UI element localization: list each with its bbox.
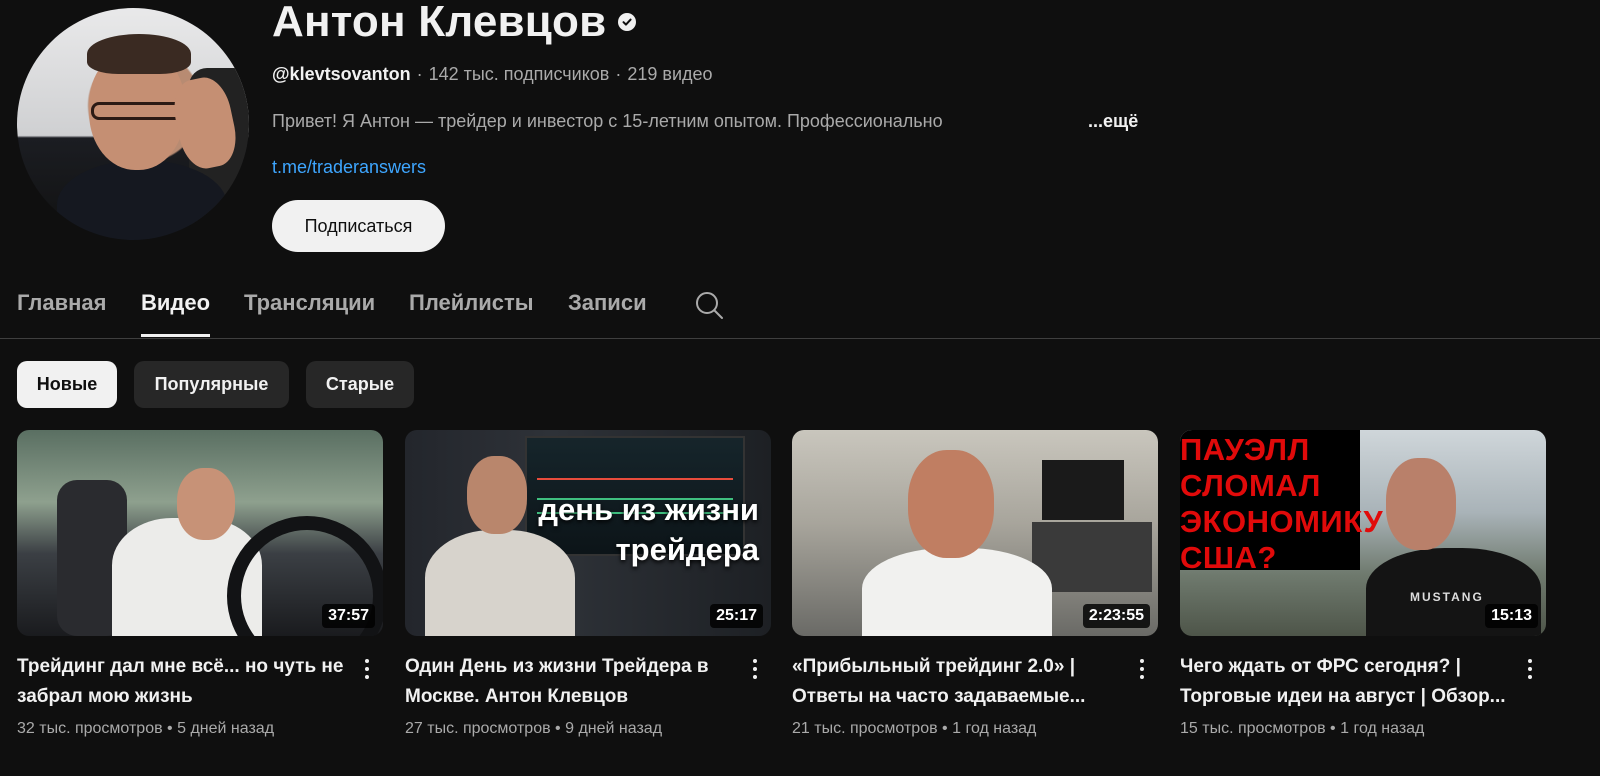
video-stats: 15 тыс. просмотров • 1 год назад: [1180, 720, 1425, 737]
video-stats: 27 тыс. просмотров • 9 дней назад: [405, 720, 663, 737]
video-card[interactable]: 2:23:55 «Прибыльный трейдинг 2.0» | Отве…: [792, 430, 1158, 737]
tab-live[interactable]: Трансляции: [244, 290, 375, 316]
video-views: 15 тыс. просмотров: [1180, 720, 1326, 737]
video-thumbnail[interactable]: день из жизни трейдера 25:17: [405, 430, 771, 636]
video-stats: 32 тыс. просмотров • 5 дней назад: [17, 720, 275, 737]
tab-home[interactable]: Главная: [17, 290, 106, 316]
thumbnail-caption: день из жизни трейдера: [538, 492, 759, 567]
video-card[interactable]: ПАУЭЛЛ СЛОМАЛ ЭКОНОМИКУ США? MUSTANG 15:…: [1180, 430, 1546, 737]
more-options-icon[interactable]: [1520, 656, 1540, 682]
tab-posts[interactable]: Записи: [568, 290, 647, 316]
video-title[interactable]: Чего ждать от ФРС сегодня? | Торговые ид…: [1180, 652, 1510, 712]
search-icon[interactable]: [694, 290, 724, 320]
description-more-button[interactable]: ...ещё: [1088, 111, 1138, 132]
channel-page: Антон Клевцов @klevtsovanton · 142 тыс. …: [0, 0, 1600, 776]
video-views: 27 тыс. просмотров: [405, 720, 551, 737]
channel-title: Антон Клевцов: [272, 0, 637, 46]
chip-newest[interactable]: Новые: [17, 361, 117, 408]
thumbnail-caption: ПАУЭЛЛ СЛОМАЛ ЭКОНОМИКУ США?: [1180, 432, 1384, 575]
chip-oldest[interactable]: Старые: [306, 361, 414, 408]
video-card[interactable]: день из жизни трейдера 25:17 Один День и…: [405, 430, 771, 737]
video-thumbnail[interactable]: 2:23:55: [792, 430, 1158, 636]
video-thumbnail[interactable]: 37:57: [17, 430, 383, 636]
meta-separator: ·: [416, 64, 423, 84]
channel-link[interactable]: t.me/traderanswers: [272, 157, 426, 178]
channel-tabs: Главная Видео Трансляции Плейлисты Запис…: [0, 268, 1600, 339]
video-duration: 15:13: [1485, 604, 1538, 628]
more-options-icon[interactable]: [357, 656, 377, 682]
video-count: 219 видео: [627, 64, 713, 84]
video-age: 1 год назад: [952, 720, 1037, 737]
meta-separator: ·: [615, 64, 622, 84]
channel-name: Антон Клевцов: [272, 0, 607, 46]
verified-check-icon: [618, 13, 637, 31]
channel-description[interactable]: Привет! Я Антон — трейдер и инвестор с 1…: [272, 111, 1138, 132]
video-age: 1 год назад: [1340, 720, 1425, 737]
shirt-logo: MUSTANG: [1410, 590, 1484, 604]
tab-playlists[interactable]: Плейлисты: [409, 290, 534, 316]
description-text: Привет! Я Антон — трейдер и инвестор с 1…: [272, 111, 943, 131]
video-views: 32 тыс. просмотров: [17, 720, 163, 737]
more-options-icon[interactable]: [1132, 656, 1152, 682]
video-duration: 2:23:55: [1082, 604, 1150, 628]
channel-meta: @klevtsovanton · 142 тыс. подписчиков · …: [272, 64, 713, 85]
video-age: 5 дней назад: [177, 720, 275, 737]
more-options-icon[interactable]: [745, 656, 765, 682]
video-stats: 21 тыс. просмотров • 1 год назад: [792, 720, 1037, 737]
channel-avatar[interactable]: [17, 8, 249, 240]
video-duration: 37:57: [322, 604, 375, 628]
video-title[interactable]: «Прибыльный трейдинг 2.0» | Ответы на ча…: [792, 652, 1122, 712]
channel-handle: @klevtsovanton: [272, 64, 411, 84]
video-views: 21 тыс. просмотров: [792, 720, 938, 737]
video-title[interactable]: Трейдинг дал мне всё... но чуть не забра…: [17, 652, 347, 712]
chip-popular[interactable]: Популярные: [134, 361, 289, 408]
video-age: 9 дней назад: [565, 720, 663, 737]
video-thumbnail[interactable]: ПАУЭЛЛ СЛОМАЛ ЭКОНОМИКУ США? MUSTANG 15:…: [1180, 430, 1546, 636]
video-card[interactable]: 37:57 Трейдинг дал мне всё... но чуть не…: [17, 430, 383, 737]
subscribe-button[interactable]: Подписаться: [272, 200, 445, 252]
tab-videos[interactable]: Видео: [141, 290, 211, 337]
video-duration: 25:17: [710, 604, 763, 628]
video-title[interactable]: Один День из жизни Трейдера в Москве. Ан…: [405, 652, 735, 712]
subscriber-count: 142 тыс. подписчиков: [428, 64, 610, 84]
